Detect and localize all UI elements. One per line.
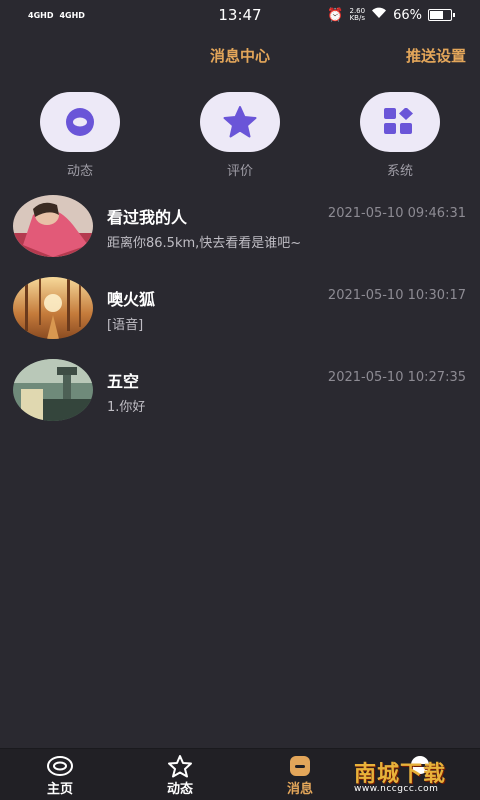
nav-home-label: 主页 xyxy=(46,782,73,797)
message-list: 看过我的人 2021-05-10 09:46:31 距离你86.5km,快去看看… xyxy=(0,192,480,438)
message-item[interactable]: 噢火狐 2021-05-10 10:30:17 [语音] xyxy=(0,274,480,356)
category-system-label: 系统 xyxy=(386,164,413,179)
message-preview: 距离你86.5km,快去看看是谁吧~ xyxy=(107,236,302,251)
category-review-circle[interactable] xyxy=(200,92,280,152)
category-review[interactable]: 评价 xyxy=(200,92,280,179)
category-review-label: 评价 xyxy=(226,164,253,179)
message-item[interactable]: 看过我的人 2021-05-10 09:46:31 距离你86.5km,快去看看… xyxy=(0,192,480,274)
home-ring-icon xyxy=(30,755,90,777)
speed-unit: KB/s xyxy=(349,14,365,22)
watermark-logo: 南城下载 www.nccgcc.com xyxy=(354,756,474,798)
header: 消息中心 推送设置 xyxy=(0,40,480,70)
watermark-sub: www.nccgcc.com xyxy=(354,784,439,794)
message-name: 五空 xyxy=(107,372,140,391)
nav-home[interactable]: 主页 xyxy=(30,755,90,797)
avatar xyxy=(13,195,93,257)
avatar xyxy=(13,277,93,339)
message-time: 2021-05-10 10:27:35 xyxy=(327,370,466,385)
message-item[interactable]: 五空 2021-05-10 10:27:35 1.你好 xyxy=(0,356,480,438)
category-row: 动态 评价 系统 xyxy=(0,92,480,182)
message-preview: [语音] xyxy=(107,318,144,333)
category-activity[interactable]: 动态 xyxy=(40,92,120,179)
message-name: 看过我的人 xyxy=(107,208,188,227)
star-icon xyxy=(223,106,257,138)
battery-icon xyxy=(428,9,455,21)
nav-activity[interactable]: 动态 xyxy=(150,755,210,797)
star-outline-icon xyxy=(150,755,210,778)
signal-1-label: 4GHD xyxy=(28,10,54,20)
network-speed: 2.60 KB/s xyxy=(350,8,366,22)
apps-icon xyxy=(384,108,413,134)
message-icon xyxy=(270,755,330,777)
nav-messages[interactable]: 消息 xyxy=(270,755,330,797)
message-time: 2021-05-10 10:30:17 xyxy=(327,288,466,303)
signal-2-label: 4GHD xyxy=(59,10,85,20)
status-right: ⏰ 2.60 KB/s 66% xyxy=(327,7,455,23)
status-bar: 4GHD 4GHD 13:47 ⏰ 2.60 KB/s 66% xyxy=(0,0,480,30)
alarm-icon: ⏰ xyxy=(327,7,344,23)
category-activity-circle[interactable] xyxy=(40,92,120,152)
nav-activity-label: 动态 xyxy=(166,782,193,797)
signal-indicators: 4GHD 4GHD xyxy=(28,11,85,20)
battery-percent: 66% xyxy=(393,7,422,23)
bottom-nav: 主页 动态 消息 南城下载 www.nccgcc.com xyxy=(0,748,480,800)
category-system-circle[interactable] xyxy=(360,92,440,152)
avatar xyxy=(13,359,93,421)
push-settings-button[interactable]: 推送设置 xyxy=(406,45,466,66)
message-name: 噢火狐 xyxy=(107,290,156,309)
category-system[interactable]: 系统 xyxy=(360,92,440,179)
record-icon xyxy=(66,108,94,136)
message-time: 2021-05-10 09:46:31 xyxy=(327,206,466,221)
wifi-icon xyxy=(371,7,387,23)
nav-messages-label: 消息 xyxy=(286,782,313,797)
category-activity-label: 动态 xyxy=(66,164,93,179)
message-preview: 1.你好 xyxy=(107,400,146,415)
